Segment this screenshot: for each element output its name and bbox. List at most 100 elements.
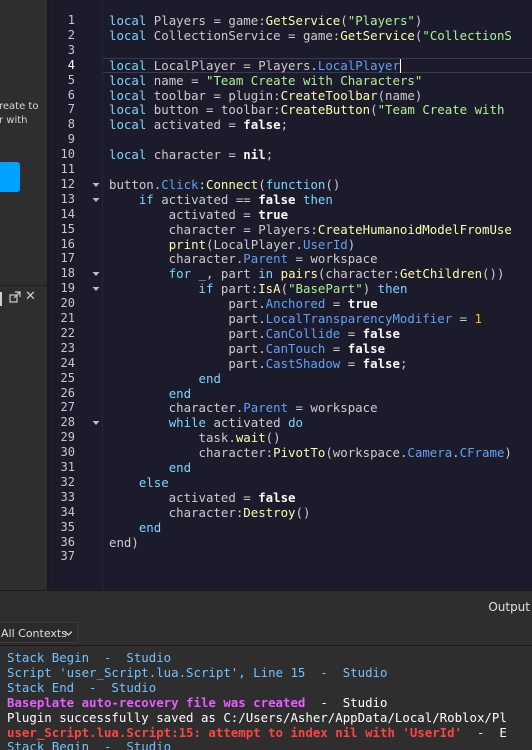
code-line[interactable]: part.CastShadow = false; (109, 356, 407, 371)
output-log[interactable]: Stack Begin - Studio Script 'user_Script.… (0, 646, 532, 750)
code-token: Connect (206, 176, 259, 192)
code-line[interactable]: character:Destroy() (109, 504, 311, 520)
code-line[interactable]: local Players = game:GetService("Players… (109, 13, 422, 28)
code-token: local (109, 117, 147, 133)
left-pane-hint-text: reate to r with (0, 101, 39, 126)
log-entry[interactable]: Stack Begin - Studio (7, 650, 171, 665)
code-line[interactable]: button.Click:Connect(function() (109, 177, 340, 192)
code-line[interactable]: end (109, 386, 191, 401)
code-token: character. (109, 251, 244, 267)
chevron-down-icon (64, 631, 73, 636)
code-token: local (109, 57, 147, 73)
code-line[interactable]: character.Parent = workspace (109, 400, 378, 415)
line-number: 22 (60, 325, 75, 340)
code-token: button. (109, 176, 162, 192)
left-pane-primary-button[interactable] (0, 162, 20, 192)
code-token: activated = (109, 206, 259, 222)
code-line[interactable]: if activated == false then (109, 192, 333, 207)
line-number: 32 (60, 474, 75, 489)
fold-chevron-icon[interactable] (92, 196, 100, 204)
code-token: character: (109, 445, 274, 461)
log-entry[interactable]: user_Script.lua.Script:15: attempt to in… (7, 725, 507, 740)
code-token: ; (280, 117, 289, 133)
code-token: false (362, 325, 400, 341)
code-line[interactable]: else (109, 475, 169, 490)
log-entry-text: Stack End - Studio (7, 679, 157, 695)
log-entry-text: Script 'user_Script.lua.Script', Line 15… (7, 664, 388, 680)
code-line[interactable]: end (109, 520, 161, 535)
code-line[interactable]: part.CanCollide = false (109, 326, 400, 341)
code-token: local (109, 102, 147, 118)
code-line[interactable]: local activated = false; (109, 117, 288, 132)
code-line[interactable]: local button = toolbar:CreateButton("Tea… (109, 102, 512, 117)
line-number: 29 (60, 430, 75, 445)
code-line[interactable]: character.Parent = workspace (109, 251, 378, 266)
code-line[interactable]: activated = true (109, 207, 288, 222)
code-area[interactable]: local Players = game:GetService("Players… (103, 0, 532, 590)
log-entry[interactable]: Stack End - Studio (7, 680, 156, 695)
line-number-gutter: 1 2 3 4 5 6 7 8 9 10 11 12 13 14 15 16 17 18 19 20 21 22 23 24 2… (49, 0, 102, 590)
code-line[interactable]: print(LocalPlayer.UserId) (109, 237, 356, 252)
code-line[interactable]: local character = nil; (109, 147, 273, 162)
code-line[interactable]: local name = "Team Create with Character… (109, 73, 422, 88)
code-line[interactable]: part.Anchored = true (109, 296, 377, 311)
code-line[interactable]: part.CanTouch = false (109, 341, 385, 356)
fold-chevron-icon[interactable] (92, 419, 100, 427)
code-line[interactable]: character = Players:CreateHumanoidModelF… (109, 222, 512, 237)
code-line[interactable]: local CollectionService = game:GetServic… (109, 28, 512, 43)
fold-chevron-icon[interactable] (92, 270, 100, 278)
line-number: 26 (60, 385, 75, 400)
log-entry-source: - Studio (305, 694, 388, 710)
code-token: activated = (146, 117, 244, 133)
log-entry[interactable]: Script 'user_Script.lua.Script', Line 15… (7, 665, 387, 680)
context-filter-select[interactable]: All Contexts (0, 622, 78, 643)
script-editor[interactable]: 1 2 3 4 5 6 7 8 9 10 11 12 13 14 15 16 17 18 19 20 21 22 23 24 2… (47, 0, 532, 590)
fold-chevron-icon[interactable] (92, 181, 100, 189)
code-token: true (258, 206, 289, 222)
log-entry[interactable]: Plugin successfully saved as C:/Users/As… (7, 710, 507, 725)
line-number: 10 (60, 147, 75, 162)
code-token: part. (109, 355, 266, 371)
close-icon[interactable]: ✕ (25, 288, 36, 306)
code-token: Parent (243, 251, 289, 267)
code-line[interactable]: end (109, 460, 191, 475)
log-entry-source: - E (462, 724, 507, 740)
code-line[interactable]: if part:IsA("BasePart") then (109, 281, 408, 296)
code-token: toolbar = plugin: (146, 87, 281, 103)
code-line[interactable]: task.wait() (109, 430, 281, 445)
code-line[interactable]: activated = false (109, 490, 296, 505)
code-line[interactable]: part.LocalTransparencyModifier = 1 (109, 311, 482, 326)
code-token: "Players" (347, 13, 415, 28)
code-line[interactable]: local toolbar = plugin:CreateToolbar(nam… (109, 88, 422, 103)
code-token: local (109, 72, 147, 88)
code-token: Destroy (243, 504, 296, 520)
fold-chevron-icon[interactable] (92, 285, 100, 293)
log-entry[interactable]: Baseplate auto-recovery file was created… (7, 695, 387, 710)
code-token: part. (109, 340, 266, 356)
code-token: else (138, 474, 169, 490)
code-line[interactable]: local LocalPlayer = Players.LocalPlayer (109, 58, 400, 73)
code-line[interactable]: end (109, 371, 221, 386)
output-panel-title[interactable]: Output (488, 600, 530, 614)
code-line[interactable]: character:PivotTo(workspace.Camera.CFram… (109, 445, 512, 460)
code-line[interactable]: while activated do (109, 415, 303, 430)
code-token: false (347, 340, 386, 356)
code-line[interactable]: end) (109, 535, 139, 550)
left-pane-header: ✕ (0, 285, 47, 313)
code-token: activated == (153, 191, 259, 207)
log-entry-text: Baseplate auto-recovery file was created (7, 694, 306, 710)
left-pane-scroll-indicator (0, 292, 2, 306)
code-line[interactable]: for _, part in pairs(character:GetChildr… (109, 266, 505, 281)
log-entry[interactable]: Stack Begin - Studio (7, 739, 171, 750)
context-filter-value: All Contexts (1, 627, 67, 640)
code-token: PivotTo (273, 445, 326, 461)
code-token: = workspace (288, 251, 378, 267)
undock-icon[interactable] (9, 291, 21, 303)
line-number: 31 (60, 460, 75, 474)
code-token: CollectionService = game: (146, 27, 341, 43)
line-number: 7 (67, 102, 75, 117)
